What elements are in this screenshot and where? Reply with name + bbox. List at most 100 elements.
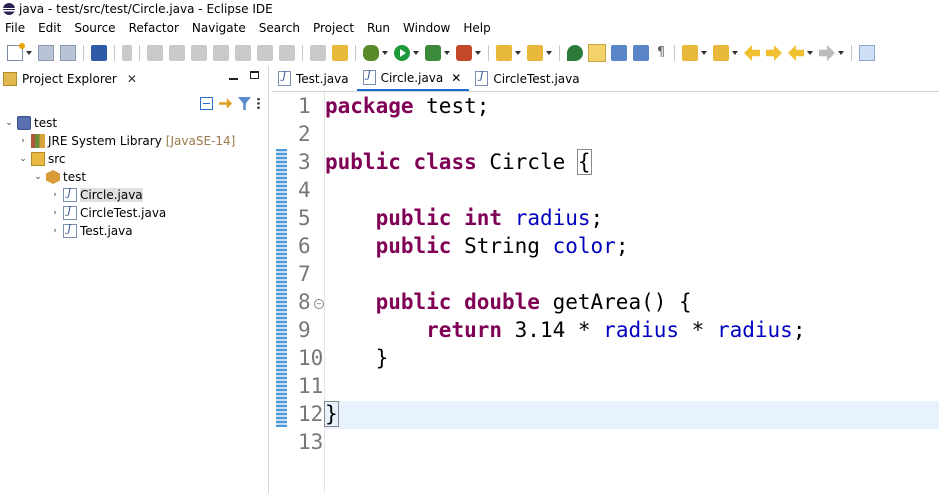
code-line: public double getArea() { <box>325 290 692 314</box>
menu-help[interactable]: Help <box>458 18 498 38</box>
expanded-chevron-icon[interactable]: ⌄ <box>4 118 14 128</box>
editor-tabs: Test.java Circle.java ✕ CircleTest.java <box>272 66 939 92</box>
open-type-dropdown-icon[interactable] <box>515 51 521 55</box>
search-icon[interactable] <box>527 45 543 61</box>
refactor-icon[interactable] <box>332 45 348 61</box>
menu-window[interactable]: Window <box>398 18 458 38</box>
fold-collapse-icon[interactable]: − <box>314 299 324 309</box>
keyword: public <box>375 206 452 230</box>
filter-icon[interactable] <box>238 97 251 110</box>
code-line: public class Circle { <box>325 149 592 175</box>
disconnect-icon[interactable] <box>213 45 229 61</box>
collapsed-chevron-icon[interactable]: › <box>50 190 60 200</box>
debug-icon[interactable] <box>363 45 379 61</box>
tree-item-jre-library[interactable]: › JRE System Library [JavaSE-14] <box>18 132 235 150</box>
tree-item-src[interactable]: ⌄ src <box>18 150 66 168</box>
tree-item-label: test <box>63 170 87 184</box>
next-annotation-dropdown-icon[interactable] <box>701 51 707 55</box>
back-dropdown-icon[interactable] <box>807 51 813 55</box>
terminate-icon[interactable] <box>191 45 207 61</box>
run-icon[interactable] <box>394 45 410 61</box>
tree-item-label: src <box>48 152 66 166</box>
menu-edit[interactable]: Edit <box>33 18 69 38</box>
line-number: 6 <box>298 234 311 258</box>
java-file-icon <box>63 188 77 202</box>
new-icon[interactable] <box>7 43 25 61</box>
tree-item-circletest-java[interactable]: › CircleTest.java <box>50 204 166 222</box>
field-name: radius <box>603 318 680 342</box>
menu-project[interactable]: Project <box>308 18 362 38</box>
external-tools-dropdown-icon[interactable] <box>444 51 450 55</box>
coverage-dropdown-icon[interactable] <box>475 51 481 55</box>
code-line: public String color; <box>325 234 629 258</box>
last-edit-location-icon[interactable] <box>744 45 760 61</box>
step-into-icon[interactable] <box>235 45 251 61</box>
open-type-icon[interactable] <box>496 45 512 61</box>
previous-annotation-icon[interactable] <box>713 45 729 61</box>
tree-item-label: CircleTest.java <box>80 206 167 220</box>
code-line: } <box>324 401 339 427</box>
forward-icon[interactable] <box>819 45 835 61</box>
collapsed-chevron-icon[interactable]: › <box>50 226 60 236</box>
line-number: 13 <box>298 430 324 454</box>
coverage-icon[interactable] <box>456 45 472 61</box>
search-dropdown-icon[interactable] <box>546 51 552 55</box>
suspend-icon[interactable] <box>169 45 185 61</box>
tab-circle-java[interactable]: Circle.java ✕ <box>356 66 470 91</box>
menu-search[interactable]: Search <box>254 18 308 38</box>
menu-refactor[interactable]: Refactor <box>124 18 187 38</box>
back-icon[interactable] <box>788 45 804 61</box>
tab-test-java[interactable]: Test.java <box>272 66 357 91</box>
maximize-icon[interactable] <box>250 71 259 79</box>
menu-navigate[interactable]: Navigate <box>187 18 254 38</box>
toggle-mark-occurrences-icon[interactable] <box>588 44 606 62</box>
tree-item-project-test[interactable]: ⌄ test <box>4 114 57 132</box>
tree-item-test-java[interactable]: › Test.java <box>50 222 133 240</box>
menu-source[interactable]: Source <box>69 18 123 38</box>
field-name: color <box>552 234 616 258</box>
save-all-icon[interactable] <box>60 45 76 61</box>
collapse-all-icon[interactable] <box>200 97 213 110</box>
step-return-icon[interactable] <box>279 45 295 61</box>
current-line-highlight <box>325 401 939 429</box>
next-edit-location-icon[interactable] <box>766 45 782 61</box>
view-toolbar <box>200 97 260 110</box>
annotation-icon[interactable] <box>567 45 583 61</box>
run-dropdown-icon[interactable] <box>413 51 419 55</box>
collapsed-chevron-icon[interactable]: › <box>50 208 60 218</box>
toggle-block-selection-icon[interactable] <box>611 45 627 61</box>
tree-item-circle-java[interactable]: › Circle.java <box>50 186 143 204</box>
view-menu-icon[interactable] <box>257 97 260 110</box>
show-whitespace-icon[interactable]: ¶ <box>655 45 667 61</box>
previous-annotation-dropdown-icon[interactable] <box>732 51 738 55</box>
code-text: ; <box>590 206 604 230</box>
java-file-icon <box>63 206 77 220</box>
use-step-filters-icon[interactable] <box>310 45 326 61</box>
collapsed-chevron-icon[interactable]: › <box>18 136 28 146</box>
skip-breakpoints-icon[interactable] <box>122 45 132 61</box>
close-tab-icon[interactable]: ✕ <box>451 71 461 85</box>
menu-run[interactable]: Run <box>362 18 398 38</box>
forward-dropdown-icon[interactable] <box>838 51 844 55</box>
tab-circletest-java[interactable]: CircleTest.java <box>469 66 587 91</box>
menu-file[interactable]: File <box>0 18 33 38</box>
resume-icon[interactable] <box>147 45 163 61</box>
link-with-editor-icon[interactable] <box>219 98 232 109</box>
toggle-word-wrap-icon[interactable] <box>633 45 649 61</box>
debug-dropdown-icon[interactable] <box>382 51 388 55</box>
project-explorer-icon <box>3 72 17 86</box>
terminal-icon[interactable] <box>91 45 107 61</box>
minimize-icon[interactable] <box>229 78 238 80</box>
code-text: Circle <box>476 150 578 174</box>
step-over-icon[interactable] <box>257 45 273 61</box>
expanded-chevron-icon[interactable]: ⌄ <box>33 172 43 182</box>
tree-item-package-test[interactable]: ⌄ test <box>33 168 86 186</box>
next-annotation-icon[interactable] <box>682 45 698 61</box>
close-icon[interactable]: ✕ <box>127 72 137 86</box>
open-perspective-icon[interactable] <box>859 45 875 61</box>
save-icon[interactable] <box>38 45 54 61</box>
project-explorer-tab[interactable]: Project Explorer ✕ <box>0 66 269 92</box>
new-dropdown-icon[interactable] <box>26 51 32 55</box>
external-tools-icon[interactable] <box>425 45 441 61</box>
expanded-chevron-icon[interactable]: ⌄ <box>18 154 28 164</box>
